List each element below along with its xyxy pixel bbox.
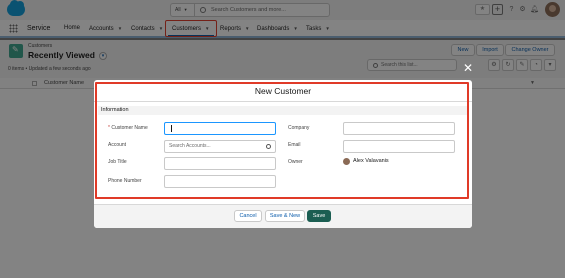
form-highlight-box	[95, 82, 469, 199]
save-and-new-button[interactable]: Save & New	[265, 210, 305, 222]
cancel-button[interactable]: Cancel	[234, 210, 262, 222]
close-icon[interactable]: ✕	[463, 62, 473, 74]
modal-footer: Cancel Save & New Save	[94, 204, 472, 228]
save-button[interactable]: Save	[307, 210, 331, 222]
